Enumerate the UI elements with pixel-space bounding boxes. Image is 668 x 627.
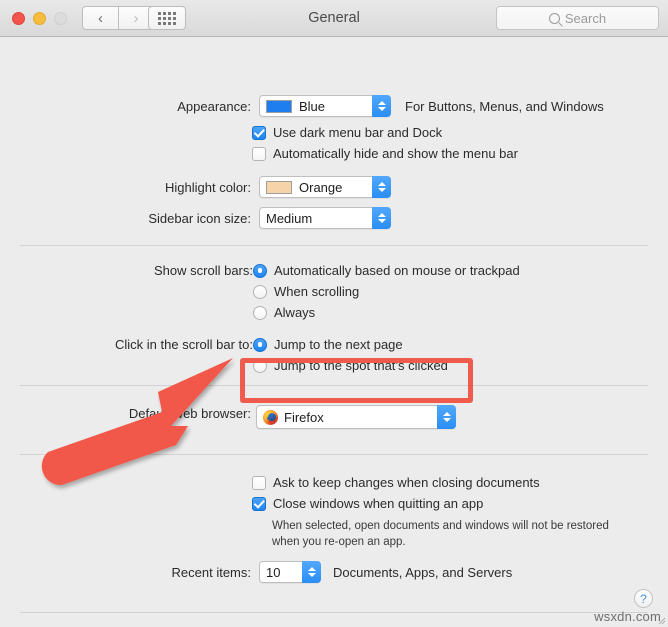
system-preferences-window: ‹ › General Search Appearance: Blue For … bbox=[0, 0, 668, 627]
dark-menu-bar-checkbox-row[interactable]: Use dark menu bar and Dock bbox=[252, 125, 442, 140]
appearance-color-swatch bbox=[266, 99, 292, 113]
radio-jump-spot-clicked[interactable] bbox=[253, 358, 267, 373]
chevron-down-icon bbox=[377, 219, 386, 223]
sidebar-icon-size-row: Sidebar icon size: Medium bbox=[131, 207, 391, 229]
chevron-up-icon bbox=[377, 213, 386, 217]
show-scroll-bars-option-1-label: When scrolling bbox=[274, 284, 360, 299]
highlight-color-stepper[interactable] bbox=[372, 176, 391, 198]
recent-items-stepper[interactable] bbox=[302, 561, 321, 583]
close-windows-hint-line2: when you re-open an app. bbox=[272, 535, 406, 548]
show-scroll-bars-option-0-label: Automatically based on mouse or trackpad bbox=[274, 263, 520, 278]
search-input[interactable]: Search bbox=[496, 6, 659, 30]
resize-grip-icon[interactable] bbox=[656, 615, 666, 625]
firefox-icon bbox=[263, 409, 278, 425]
radio-automatic[interactable] bbox=[253, 263, 267, 278]
window-titlebar: ‹ › General Search bbox=[0, 0, 668, 37]
search-icon bbox=[548, 12, 560, 24]
close-windows-quitting-row[interactable]: Close windows when quitting an app bbox=[252, 496, 483, 511]
chevron-up-icon bbox=[442, 412, 451, 416]
default-browser-value: Firefox bbox=[284, 409, 324, 425]
chevron-up-icon bbox=[377, 101, 386, 105]
radio-when-scrolling[interactable] bbox=[253, 284, 267, 299]
close-windows-quitting-label: Close windows when quitting an app bbox=[273, 496, 484, 511]
watermark-text: wsxdn.com bbox=[594, 609, 661, 624]
appearance-row: Appearance: Blue For Buttons, Menus, and… bbox=[166, 95, 604, 117]
default-browser-label: Default web browser: bbox=[128, 406, 251, 421]
sidebar-icon-size-label: Sidebar icon size: bbox=[148, 210, 251, 226]
click-scroll-bar-option-1-label: Jump to the spot that’s clicked bbox=[274, 358, 448, 373]
recent-items-value: 10 bbox=[266, 564, 281, 580]
click-scroll-bar-label-row: Click in the scroll bar to: bbox=[98, 337, 253, 352]
sidebar-icon-size-stepper[interactable] bbox=[372, 207, 391, 229]
appearance-label: Appearance: bbox=[177, 98, 251, 114]
chevron-down-icon bbox=[442, 418, 451, 422]
default-browser-stepper[interactable] bbox=[437, 405, 456, 429]
help-button[interactable]: ? bbox=[634, 589, 653, 608]
radio-always[interactable] bbox=[253, 305, 267, 320]
click-scroll-bar-option-0-label: Jump to the next page bbox=[274, 337, 403, 352]
recent-items-note: Documents, Apps, and Servers bbox=[333, 564, 513, 580]
show-scroll-bars-label-row: Show scroll bars: bbox=[139, 263, 253, 278]
highlight-color-row: Highlight color: Orange bbox=[146, 176, 391, 198]
highlight-color-label: Highlight color: bbox=[165, 179, 251, 195]
appearance-note: For Buttons, Menus, and Windows bbox=[405, 98, 604, 114]
default-browser-label-row: Default web browser: bbox=[113, 406, 251, 421]
divider-4 bbox=[20, 612, 648, 613]
appearance-dropdown[interactable]: Blue bbox=[259, 95, 391, 117]
preferences-content: Appearance: Blue For Buttons, Menus, and… bbox=[0, 37, 668, 627]
auto-hide-menu-bar-label: Automatically hide and show the menu bar bbox=[273, 146, 518, 161]
highlight-color-value: Orange bbox=[299, 179, 343, 195]
ask-keep-changes-checkbox[interactable] bbox=[252, 475, 266, 490]
radio-jump-next-page[interactable] bbox=[253, 337, 267, 352]
chevron-down-icon bbox=[377, 188, 386, 192]
ask-keep-changes-row[interactable]: Ask to keep changes when closing documen… bbox=[252, 475, 540, 490]
dark-menu-bar-checkbox[interactable] bbox=[252, 125, 266, 140]
divider-3 bbox=[20, 454, 648, 455]
show-scroll-bars-option-2-label: Always bbox=[274, 305, 316, 320]
highlight-color-swatch bbox=[266, 180, 292, 194]
click-scroll-bar-option-1[interactable]: Jump to the spot that’s clicked bbox=[253, 358, 448, 373]
sidebar-icon-size-value: Medium bbox=[266, 210, 313, 226]
show-scroll-bars-option-1[interactable]: When scrolling bbox=[253, 284, 359, 299]
divider-1 bbox=[20, 245, 648, 246]
auto-hide-menu-bar-checkbox[interactable] bbox=[252, 146, 266, 161]
click-scroll-bar-option-0[interactable]: Jump to the next page bbox=[253, 337, 403, 352]
close-windows-hint: When selected, open documents and window… bbox=[272, 519, 609, 550]
recent-items-label: Recent items: bbox=[171, 564, 251, 580]
click-scroll-bar-label: Click in the scroll bar to: bbox=[115, 337, 253, 352]
recent-items-row: Recent items: 10 Documents, Apps, and Se… bbox=[166, 561, 512, 583]
chevron-down-icon bbox=[377, 107, 386, 111]
show-scroll-bars-option-2[interactable]: Always bbox=[253, 305, 315, 320]
auto-hide-menu-bar-checkbox-row[interactable]: Automatically hide and show the menu bar bbox=[252, 146, 518, 161]
sidebar-icon-size-dropdown[interactable]: Medium bbox=[259, 207, 391, 229]
dark-menu-bar-label: Use dark menu bar and Dock bbox=[273, 125, 443, 140]
recent-items-dropdown[interactable]: 10 bbox=[259, 561, 321, 583]
chevron-up-icon bbox=[307, 567, 316, 571]
chevron-down-icon bbox=[307, 573, 316, 577]
search-placeholder: Search bbox=[564, 10, 607, 26]
divider-2 bbox=[20, 385, 648, 386]
default-browser-dropdown[interactable]: Firefox bbox=[256, 405, 456, 429]
appearance-value: Blue bbox=[299, 98, 326, 114]
highlight-color-dropdown[interactable]: Orange bbox=[259, 176, 391, 198]
appearance-stepper[interactable] bbox=[372, 95, 391, 117]
chevron-up-icon bbox=[377, 182, 386, 186]
show-scroll-bars-label: Show scroll bars: bbox=[154, 263, 253, 278]
show-scroll-bars-option-0[interactable]: Automatically based on mouse or trackpad bbox=[253, 263, 520, 278]
ask-keep-changes-label: Ask to keep changes when closing documen… bbox=[273, 475, 540, 490]
close-windows-quitting-checkbox[interactable] bbox=[252, 496, 266, 511]
close-windows-hint-line1: When selected, open documents and window… bbox=[272, 520, 609, 532]
